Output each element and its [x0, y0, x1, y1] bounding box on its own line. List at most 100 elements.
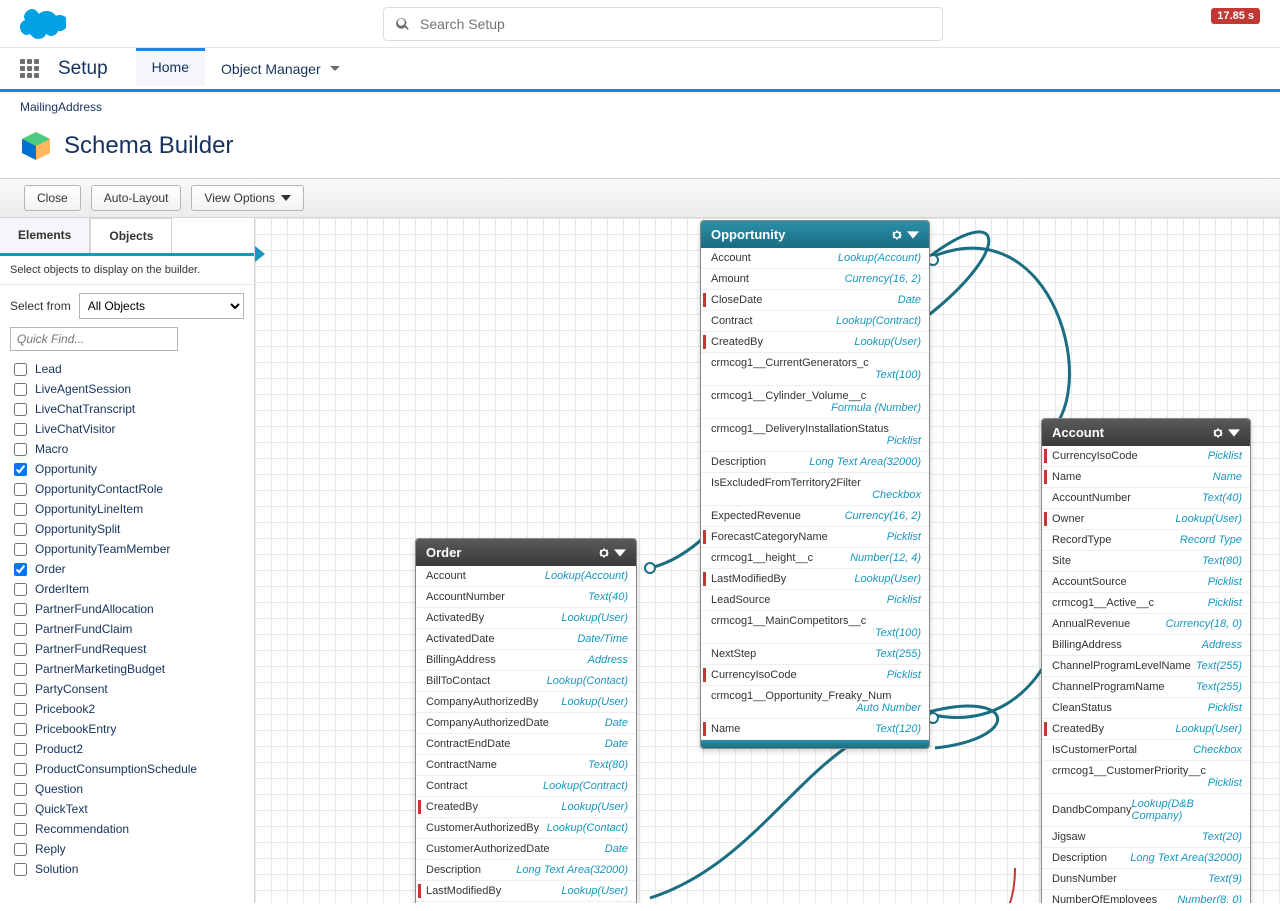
field-row[interactable]: crmcog1__Opportunity_Freaky_NumAuto Numb…: [701, 686, 929, 719]
side-tab-objects[interactable]: Objects: [90, 218, 172, 253]
list-item[interactable]: Lead: [0, 359, 254, 379]
object-checkbox[interactable]: [14, 663, 27, 676]
tab-home[interactable]: Home: [136, 48, 205, 86]
object-checkbox[interactable]: [14, 763, 27, 776]
object-checkbox[interactable]: [14, 383, 27, 396]
field-row[interactable]: RecordTypeRecord Type: [1042, 530, 1250, 551]
list-item[interactable]: Order: [0, 559, 254, 579]
list-item[interactable]: PartnerFundRequest: [0, 639, 254, 659]
object-checkbox[interactable]: [14, 843, 27, 856]
field-row[interactable]: IsCustomerPortalCheckbox: [1042, 740, 1250, 761]
list-item[interactable]: PricebookEntry: [0, 719, 254, 739]
list-item[interactable]: OpportunityContactRole: [0, 479, 254, 499]
object-checkbox[interactable]: [14, 723, 27, 736]
auto-layout-button[interactable]: Auto-Layout: [91, 185, 182, 211]
list-item[interactable]: Recommendation: [0, 819, 254, 839]
entity-account[interactable]: Account CurrencyIsoCodePicklistNameNameA…: [1041, 418, 1251, 903]
field-row[interactable]: AccountLookup(Account): [416, 566, 636, 587]
tab-object-manager[interactable]: Object Manager: [205, 50, 357, 88]
field-row[interactable]: NameText(120): [701, 719, 929, 740]
gear-icon[interactable]: [1212, 427, 1224, 439]
caret-down-icon[interactable]: [614, 547, 626, 559]
object-checkbox[interactable]: [14, 863, 27, 876]
field-row[interactable]: AnnualRevenueCurrency(18, 0): [1042, 614, 1250, 635]
field-row[interactable]: OwnerLookup(User): [1042, 509, 1250, 530]
field-row[interactable]: ChannelProgramLevelNameText(255): [1042, 656, 1250, 677]
close-button[interactable]: Close: [24, 185, 81, 211]
field-row[interactable]: BillToContactLookup(Contact): [416, 671, 636, 692]
object-checkbox[interactable]: [14, 783, 27, 796]
list-item[interactable]: Reply: [0, 839, 254, 859]
object-checkbox[interactable]: [14, 443, 27, 456]
list-item[interactable]: Product2: [0, 739, 254, 759]
gear-icon[interactable]: [598, 547, 610, 559]
object-checkbox[interactable]: [14, 563, 27, 576]
quick-find-input[interactable]: [10, 327, 178, 351]
field-row[interactable]: DescriptionLong Text Area(32000): [701, 452, 929, 473]
object-checkbox[interactable]: [14, 743, 27, 756]
search-box[interactable]: [383, 7, 943, 41]
field-row[interactable]: crmcog1__Cylinder_Volume__cFormula (Numb…: [701, 386, 929, 419]
field-row[interactable]: CreatedByLookup(User): [416, 797, 636, 818]
list-item[interactable]: Opportunity: [0, 459, 254, 479]
field-row[interactable]: crmcog1__CurrentGenerators_cText(100): [701, 353, 929, 386]
list-item[interactable]: QuickText: [0, 799, 254, 819]
field-row[interactable]: BillingAddressAddress: [1042, 635, 1250, 656]
list-item[interactable]: OpportunitySplit: [0, 519, 254, 539]
field-row[interactable]: DescriptionLong Text Area(32000): [416, 860, 636, 881]
view-options-button[interactable]: View Options: [191, 185, 303, 211]
list-item[interactable]: OrderItem: [0, 579, 254, 599]
field-row[interactable]: AccountSourcePicklist: [1042, 572, 1250, 593]
app-launcher-icon[interactable]: [20, 59, 40, 79]
field-row[interactable]: NameName: [1042, 467, 1250, 488]
field-row[interactable]: SiteText(80): [1042, 551, 1250, 572]
field-row[interactable]: crmcog1__CustomerPriority__cPicklist: [1042, 761, 1250, 794]
field-row[interactable]: AccountLookup(Account): [701, 248, 929, 269]
object-checkbox[interactable]: [14, 543, 27, 556]
field-row[interactable]: DescriptionLong Text Area(32000): [1042, 848, 1250, 869]
field-row[interactable]: OpportunityLookup(Opportunity): [416, 902, 636, 903]
field-row[interactable]: BillingAddressAddress: [416, 650, 636, 671]
object-checkbox[interactable]: [14, 463, 27, 476]
field-row[interactable]: crmcog1__MainCompetitors__cText(100): [701, 611, 929, 644]
list-item[interactable]: PartyConsent: [0, 679, 254, 699]
field-row[interactable]: CreatedByLookup(User): [1042, 719, 1250, 740]
field-row[interactable]: LeadSourcePicklist: [701, 590, 929, 611]
field-row[interactable]: CurrencyIsoCodePicklist: [1042, 446, 1250, 467]
object-checkbox[interactable]: [14, 363, 27, 376]
field-row[interactable]: NextStepText(255): [701, 644, 929, 665]
field-row[interactable]: ExpectedRevenueCurrency(16, 2): [701, 506, 929, 527]
canvas[interactable]: Opportunity AccountLookup(Account)Amount…: [255, 218, 1280, 903]
object-checkbox[interactable]: [14, 483, 27, 496]
entity-opportunity[interactable]: Opportunity AccountLookup(Account)Amount…: [700, 220, 930, 749]
caret-down-icon[interactable]: [1228, 427, 1240, 439]
field-row[interactable]: CurrencyIsoCodePicklist: [701, 665, 929, 686]
field-row[interactable]: ChannelProgramNameText(255): [1042, 677, 1250, 698]
list-item[interactable]: Macro: [0, 439, 254, 459]
list-item[interactable]: LiveChatVisitor: [0, 419, 254, 439]
field-row[interactable]: crmcog1__DeliveryInstallationStatusPickl…: [701, 419, 929, 452]
field-row[interactable]: ContractEndDateDate: [416, 734, 636, 755]
list-item[interactable]: PartnerFundAllocation: [0, 599, 254, 619]
object-checkbox[interactable]: [14, 623, 27, 636]
field-row[interactable]: CloseDateDate: [701, 290, 929, 311]
object-list[interactable]: LeadLiveAgentSessionLiveChatTranscriptLi…: [0, 357, 254, 903]
field-row[interactable]: CleanStatusPicklist: [1042, 698, 1250, 719]
list-item[interactable]: LiveAgentSession: [0, 379, 254, 399]
field-row[interactable]: CustomerAuthorizedByLookup(Contact): [416, 818, 636, 839]
field-row[interactable]: ContractLookup(Contract): [416, 776, 636, 797]
field-row[interactable]: AmountCurrency(16, 2): [701, 269, 929, 290]
field-row[interactable]: JigsawText(20): [1042, 827, 1250, 848]
list-item[interactable]: OpportunityLineItem: [0, 499, 254, 519]
field-row[interactable]: AccountNumberText(40): [1042, 488, 1250, 509]
list-item[interactable]: OpportunityTeamMember: [0, 539, 254, 559]
object-checkbox[interactable]: [14, 523, 27, 536]
field-row[interactable]: LastModifiedByLookup(User): [701, 569, 929, 590]
object-checkbox[interactable]: [14, 823, 27, 836]
search-input[interactable]: [420, 16, 930, 32]
object-checkbox[interactable]: [14, 683, 27, 696]
field-row[interactable]: CreatedByLookup(User): [701, 332, 929, 353]
list-item[interactable]: PartnerFundClaim: [0, 619, 254, 639]
list-item[interactable]: ProductConsumptionSchedule: [0, 759, 254, 779]
field-row[interactable]: crmcog1__Active__cPicklist: [1042, 593, 1250, 614]
